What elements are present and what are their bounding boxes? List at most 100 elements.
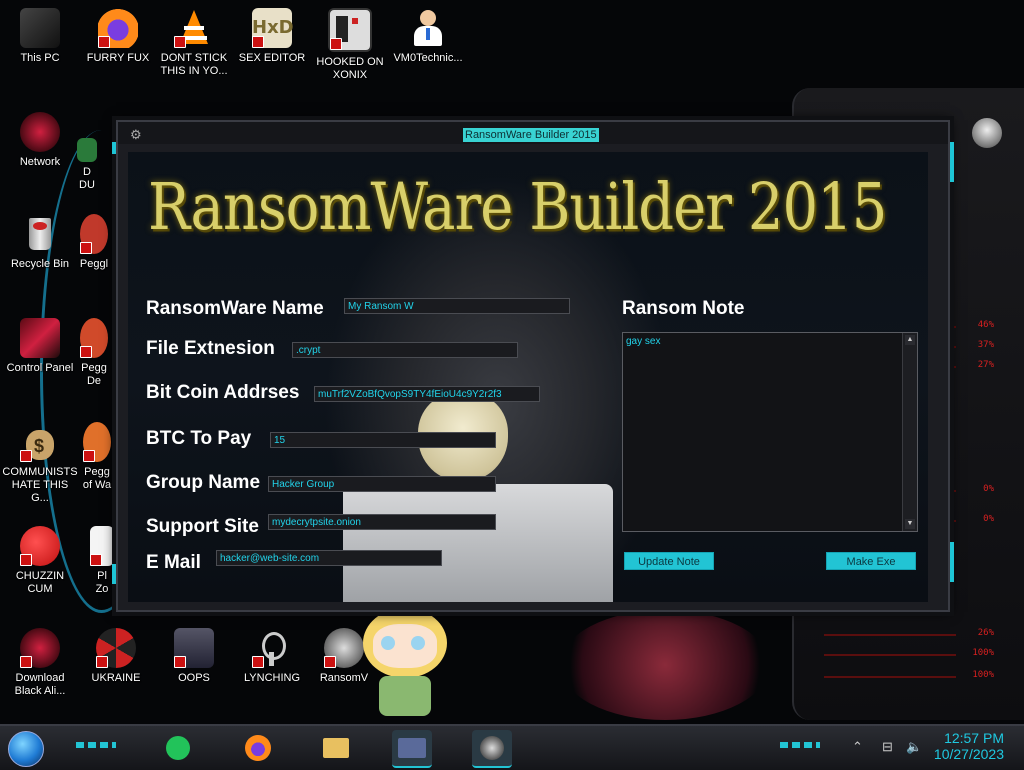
taskbar: ⌃ ⊟ 🔈 12:57 PM 10/27/2023 bbox=[0, 724, 1024, 770]
frame-accent bbox=[950, 142, 954, 182]
btc-to-pay-input[interactable]: 15 bbox=[270, 432, 496, 448]
icon-label: Pegg De bbox=[81, 362, 107, 387]
desktop-icon-peggle[interactable]: Peggl bbox=[70, 214, 118, 271]
desktop-icon-dont-stick[interactable]: DONT STICK THIS IN YO... bbox=[156, 8, 232, 78]
desktop-icon-oops[interactable]: OOPS bbox=[156, 628, 232, 685]
taskbar-app-skull[interactable] bbox=[472, 730, 512, 768]
skull-icon bbox=[480, 736, 504, 760]
icon-label: This PC bbox=[20, 52, 60, 64]
bitcoin-address-input[interactable]: muTrf2VZoBfQvopS9TY4fEioU4c9Y2r2f3 bbox=[314, 386, 540, 402]
taskbar-decoration bbox=[76, 742, 116, 748]
alien-icon bbox=[20, 628, 60, 668]
noose-icon bbox=[252, 628, 292, 668]
app-icon bbox=[77, 138, 97, 162]
recycle-bin-icon bbox=[20, 214, 60, 254]
hud-reading: 100% bbox=[824, 648, 1016, 662]
desktop-icon-peggle-nights[interactable]: Pegg of Wa bbox=[72, 422, 122, 492]
chuzzle-icon bbox=[20, 526, 60, 566]
ransom-note-textarea[interactable]: gay sex ▲ ▼ bbox=[622, 332, 918, 532]
desktop-icon-peggle-deluxe[interactable]: Pegg De bbox=[70, 318, 118, 388]
support-site-label: Support Site bbox=[146, 516, 259, 537]
desktop-icon-vm0technic[interactable]: VM0Technic... bbox=[390, 8, 466, 65]
desktop-icon-partial-d[interactable]: D DU bbox=[62, 138, 112, 192]
scroll-up-icon[interactable]: ▲ bbox=[905, 335, 915, 345]
laptop-graphic bbox=[343, 484, 613, 602]
icon-label: Peggl bbox=[79, 258, 109, 270]
peggle-icon bbox=[80, 214, 108, 254]
desktop-icon-this-pc[interactable]: This PC bbox=[2, 8, 78, 65]
start-button[interactable] bbox=[8, 731, 44, 767]
doctor-icon bbox=[408, 8, 448, 48]
icon-label: Pegg of Wa bbox=[82, 466, 112, 491]
taskbar-app-notes[interactable] bbox=[160, 730, 196, 766]
icon-label: COMMUNISTS HATE THIS G... bbox=[2, 466, 78, 504]
btc-to-pay-label: BTC To Pay bbox=[146, 428, 252, 449]
wallpaper-figure bbox=[560, 610, 770, 720]
ransom-note-text: gay sex bbox=[626, 336, 661, 347]
ransomware-name-input[interactable]: My Ransom W bbox=[344, 298, 570, 314]
folder-icon bbox=[323, 738, 349, 758]
icon-label: UKRAINE bbox=[91, 672, 141, 684]
bitcoin-address-label: Bit Coin Addrses bbox=[146, 382, 300, 403]
taskbar-app-firefox[interactable] bbox=[240, 730, 276, 766]
computer-icon bbox=[20, 8, 60, 48]
ransom-note-label: Ransom Note bbox=[622, 298, 745, 319]
icon-label: Download Black Ali... bbox=[14, 672, 66, 697]
desktop-icon-chuzzin-cum[interactable]: CHUZZIN CUM bbox=[2, 526, 78, 596]
clock[interactable]: 12:57 PM 10/27/2023 bbox=[914, 730, 1004, 762]
note-scrollbar[interactable]: ▲ ▼ bbox=[902, 333, 917, 531]
frame-accent bbox=[112, 564, 116, 584]
desktop-icon-ukraine[interactable]: UKRAINE bbox=[78, 628, 154, 685]
email-input[interactable]: hacker@web-site.com bbox=[216, 550, 442, 566]
icon-label: Recycle Bin bbox=[10, 258, 70, 270]
desktop-icon-communists[interactable]: $ COMMUNISTS HATE THIS G... bbox=[2, 422, 78, 505]
window-title: RansomWare Builder 2015 bbox=[463, 128, 599, 142]
desktop-icon-download-black-ali[interactable]: Download Black Ali... bbox=[2, 628, 78, 698]
oops-app-icon bbox=[174, 628, 214, 668]
desktop-icon-sex-editor[interactable]: HxD SEX EDITOR bbox=[234, 8, 310, 65]
desktop-icon-furry-fux[interactable]: FURRY FUX bbox=[80, 8, 156, 65]
taskbar-decoration bbox=[780, 742, 820, 748]
hud-reading: 100% bbox=[824, 670, 1016, 684]
money-bag-icon: $ bbox=[20, 422, 60, 462]
email-label: E Mail bbox=[146, 552, 201, 573]
xonix-game-icon bbox=[328, 8, 372, 52]
file-extension-input[interactable]: .crypt bbox=[292, 342, 518, 358]
cartoon-character-graphic bbox=[355, 596, 455, 726]
ransomware-name-label: RansomWare Name bbox=[146, 298, 324, 319]
radiation-icon bbox=[96, 628, 136, 668]
make-exe-button[interactable]: Make Exe bbox=[826, 552, 916, 570]
group-name-label: Group Name bbox=[146, 472, 261, 493]
ransomware-builder-window: ⚙ RansomWare Builder 2015 RansomWare Bui… bbox=[112, 120, 954, 612]
control-panel-icon bbox=[20, 318, 60, 358]
peggle-icon bbox=[83, 422, 111, 462]
icon-label: D DU bbox=[79, 166, 95, 191]
app-logo: RansomWare Builder 2015 bbox=[148, 170, 887, 246]
plants-zombies-icon bbox=[90, 526, 114, 566]
icon-label: SEX EDITOR bbox=[238, 52, 306, 64]
icon-label: CHUZZIN CUM bbox=[15, 570, 65, 595]
taskbar-app-ransomware-builder[interactable] bbox=[392, 730, 432, 768]
firefox-icon bbox=[245, 735, 271, 761]
hud-reading: 26% bbox=[824, 628, 1016, 642]
network-icon bbox=[20, 112, 60, 152]
desktop-icon-hooked-on-xonix[interactable]: HOOKED ON XONIX bbox=[312, 8, 388, 82]
vlc-cone-icon bbox=[174, 8, 214, 48]
title-bar[interactable]: ⚙ RansomWare Builder 2015 bbox=[118, 122, 948, 144]
scroll-down-icon[interactable]: ▼ bbox=[905, 519, 915, 529]
group-name-input[interactable]: Hacker Group bbox=[268, 476, 496, 492]
firefox-icon bbox=[98, 8, 138, 48]
desktop-icon-recycle-bin[interactable]: Recycle Bin bbox=[2, 214, 78, 271]
desktop-icon-control-panel[interactable]: Control Panel bbox=[2, 318, 78, 375]
support-site-input[interactable]: mydecrytpsite.onion bbox=[268, 514, 496, 530]
update-note-button[interactable]: Update Note bbox=[624, 552, 714, 570]
file-extension-label: File Extnesion bbox=[146, 338, 275, 359]
hxd-icon: HxD bbox=[252, 8, 294, 48]
icon-label: FURRY FUX bbox=[86, 52, 150, 64]
chevron-up-icon[interactable]: ⌃ bbox=[852, 740, 866, 754]
clock-time: 12:57 PM bbox=[944, 730, 1004, 746]
desktop-icon-lynching[interactable]: LYNCHING bbox=[234, 628, 310, 685]
taskbar-app-explorer[interactable] bbox=[318, 730, 354, 766]
gear-icon[interactable]: ⚙ bbox=[130, 128, 144, 142]
network-tray-icon[interactable]: ⊟ bbox=[882, 740, 896, 754]
